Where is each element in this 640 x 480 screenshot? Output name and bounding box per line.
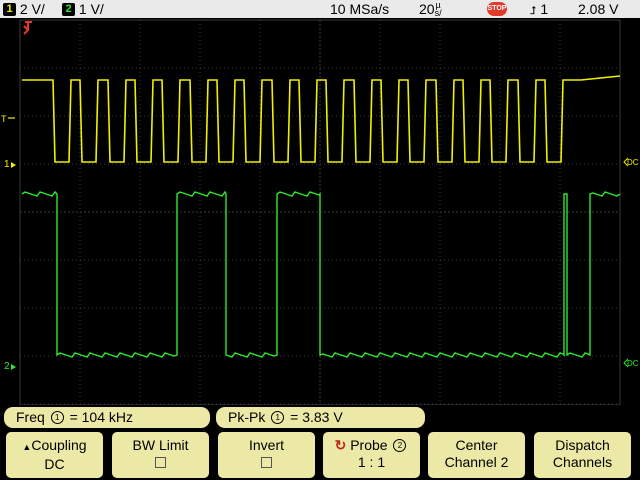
invert-softkey[interactable]: Invert: [218, 432, 315, 478]
invert-label: Invert: [248, 437, 284, 453]
ch1-waveform: [22, 75, 621, 163]
probe-softkey[interactable]: ↻ Probe 2 1 : 1: [323, 432, 420, 478]
trigger-readout[interactable]: ⮥ 1: [530, 0, 548, 20]
freq-measurement[interactable]: Freq 1 = 104 kHz: [4, 407, 210, 428]
dispatch-softkey[interactable]: Dispatch Channels: [534, 432, 631, 478]
coupling-softkey[interactable]: ▲Coupling DC: [6, 432, 103, 478]
trigger-level: 2.08 V: [578, 1, 619, 17]
timebase-unit: µ s/: [434, 0, 442, 18]
invert-checkbox[interactable]: [261, 457, 272, 468]
stop-icon: STOP: [487, 2, 507, 17]
timebase-readout[interactable]: 20µ s/: [419, 0, 442, 18]
timebase-value: 20: [419, 1, 435, 17]
trigger-level-marker[interactable]: T: [1, 114, 15, 124]
coupling-label: Coupling: [31, 437, 87, 453]
trigger-position-icon: [23, 21, 32, 35]
softkey-bar: ▲Coupling DC BW Limit Invert ↻ Probe 2 1…: [0, 430, 640, 480]
status-bar: 1 2 V/ 2 1 V/ 10 MSa/s 20µ s/ STOP ⮥ 1 2.…: [0, 0, 640, 18]
ch2-waveform: [21, 190, 621, 358]
svg-text:DC: DC: [627, 359, 639, 368]
center-label: Center: [455, 437, 498, 453]
ch2-scale: 1 V/: [78, 1, 104, 17]
svg-text:1: 1: [4, 159, 10, 170]
trigger-source: 1: [540, 1, 549, 17]
freq-label: Freq: [16, 409, 45, 425]
bw-limit-label: BW Limit: [132, 437, 189, 453]
coupling-value: DC: [44, 456, 65, 472]
probe-label: Probe: [350, 437, 388, 453]
probe-channel-badge: 2: [393, 438, 407, 452]
probe-ratio: 1 : 1: [357, 454, 386, 470]
svg-text:T: T: [1, 114, 7, 124]
svg-text:DC: DC: [627, 158, 639, 167]
pkpk-label: Pk-Pk: [228, 409, 266, 425]
freq-value: = 104 kHz: [69, 409, 134, 425]
ch2-dc-indicator: DC: [623, 358, 639, 368]
rotate-knob-icon: ↻: [334, 437, 347, 453]
center-target: Channel 2: [444, 454, 509, 470]
center-softkey[interactable]: Center Channel 2: [428, 432, 525, 478]
ch1-dc-indicator: DC: [623, 157, 639, 167]
bw-limit-softkey[interactable]: BW Limit: [112, 432, 209, 478]
bw-limit-checkbox[interactable]: [155, 457, 166, 468]
ch2-ground-marker[interactable]: 2: [4, 361, 16, 372]
dispatch-label: Dispatch: [555, 437, 610, 453]
ch2-scale-readout[interactable]: 2 1 V/: [62, 0, 104, 18]
svg-text:2: 2: [4, 361, 10, 372]
ch1-scale: 2 V/: [19, 1, 45, 17]
run-stop-indicator[interactable]: STOP: [487, 0, 507, 18]
pkpk-measurement[interactable]: Pk-Pk 1 = 3.83 V: [216, 407, 425, 428]
ch1-scale-readout[interactable]: 1 2 V/: [3, 0, 45, 18]
pkpk-channel-badge: 1: [271, 410, 285, 424]
trigger-edge-icon: ⮥: [530, 5, 537, 17]
up-triangle-icon: ▲: [22, 442, 32, 452]
pkpk-value: = 3.83 V: [290, 409, 343, 425]
waveform-display[interactable]: T 1 2 DC DC: [0, 18, 640, 405]
freq-channel-badge: 1: [50, 410, 64, 424]
ch1-ground-marker[interactable]: 1: [4, 159, 16, 170]
ch2-badge: 2: [62, 2, 75, 16]
ch1-badge: 1: [3, 2, 16, 16]
dispatch-target: Channels: [552, 454, 613, 470]
sample-rate: 10 MSa/s: [330, 1, 390, 17]
